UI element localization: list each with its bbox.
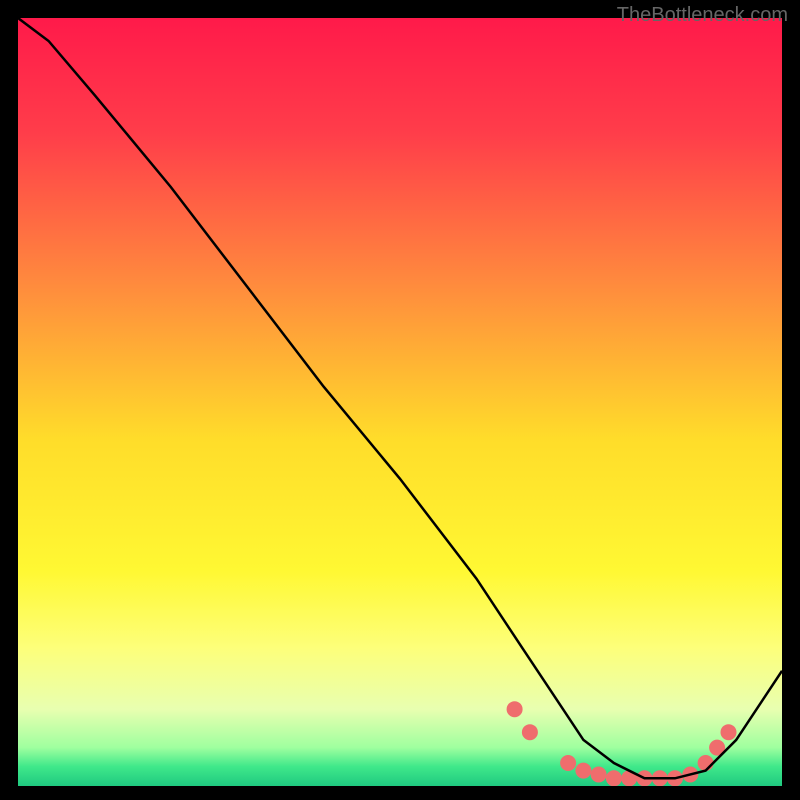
watermark-text: TheBottleneck.com: [617, 4, 788, 27]
chart-background-gradient: [18, 18, 782, 786]
chart-plot-area: [18, 18, 782, 786]
